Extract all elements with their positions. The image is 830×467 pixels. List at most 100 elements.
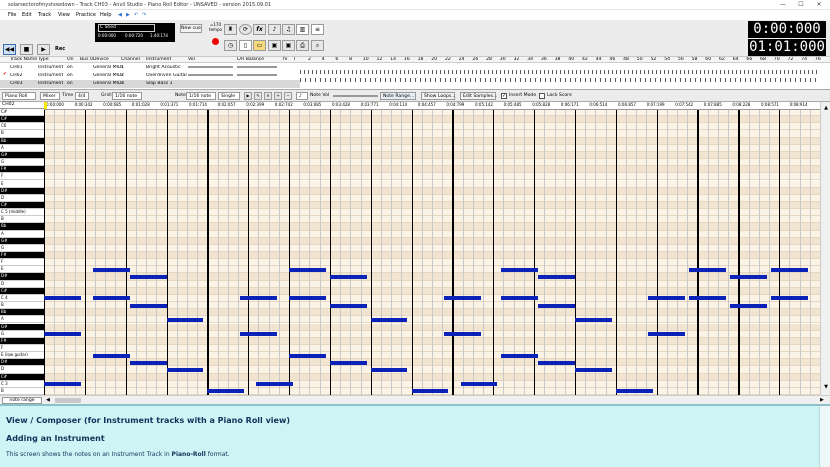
- keyboard-icon[interactable]: ▥: [296, 24, 309, 35]
- note-vol-slider[interactable]: [333, 95, 378, 97]
- piano-key[interactable]: B: [0, 130, 44, 138]
- note[interactable]: [289, 353, 326, 358]
- lock-score-checkbox[interactable]: [539, 93, 545, 99]
- fx-icon[interactable]: fx: [253, 24, 266, 35]
- track-on[interactable]: on: [67, 81, 73, 86]
- piano-key[interactable]: F: [0, 173, 44, 181]
- zoom-out-icon[interactable]: −: [284, 92, 292, 100]
- track-name[interactable]: CH01: [10, 65, 23, 70]
- cue-name[interactable]: C Shed: [98, 24, 155, 32]
- piano-key[interactable]: B: [0, 302, 44, 310]
- note[interactable]: [538, 275, 575, 280]
- note[interactable]: [730, 303, 767, 308]
- piano-key[interactable]: F#: [0, 166, 44, 174]
- time-ruler[interactable]: 0:00:000 0:00:342 0:00:685 0:01:028 0:01:371…: [44, 102, 820, 110]
- piano-key[interactable]: C 3: [0, 380, 44, 388]
- zoom-in-icon[interactable]: +: [274, 92, 282, 100]
- piano-key[interactable]: G: [0, 330, 44, 338]
- menu-practice[interactable]: Practice: [76, 12, 96, 18]
- scroll-down-icon[interactable]: ▼: [822, 384, 830, 392]
- menu-edit[interactable]: Edit: [22, 12, 32, 18]
- note[interactable]: [44, 332, 81, 337]
- note[interactable]: [615, 389, 653, 394]
- clock-icon[interactable]: ◷: [224, 40, 237, 51]
- note[interactable]: [44, 296, 81, 301]
- piano-key[interactable]: D: [0, 280, 44, 288]
- check-icon[interactable]: ✔: [3, 72, 7, 77]
- piano-key[interactable]: D: [0, 194, 44, 202]
- play-button[interactable]: ▶: [37, 44, 50, 55]
- note[interactable]: [574, 317, 612, 322]
- note[interactable]: [370, 367, 408, 372]
- piano-key[interactable]: E: [0, 180, 44, 188]
- note[interactable]: [129, 275, 167, 280]
- erase-tool-icon[interactable]: ✕: [264, 92, 272, 100]
- note-vol-icon[interactable]: ♪: [296, 92, 308, 100]
- piano-key[interactable]: A: [0, 230, 44, 238]
- volume-slider[interactable]: [188, 74, 233, 76]
- undo-icon[interactable]: ↶: [134, 12, 138, 18]
- note[interactable]: [129, 360, 167, 365]
- scroll-thumb[interactable]: [55, 398, 81, 403]
- note[interactable]: [207, 389, 245, 394]
- note[interactable]: [329, 303, 367, 308]
- staff-icon[interactable]: ≡: [311, 24, 324, 35]
- view-select[interactable]: Piano Roll: [2, 92, 36, 100]
- piano-key[interactable]: F: [0, 259, 44, 267]
- note[interactable]: [44, 382, 81, 387]
- menu-file[interactable]: File: [8, 12, 16, 18]
- close-button[interactable]: ✕: [810, 0, 828, 10]
- back-arrow-icon[interactable]: ◀: [118, 12, 122, 18]
- note[interactable]: [501, 267, 539, 272]
- zoom-icon[interactable]: ⌕: [311, 40, 324, 51]
- track-on[interactable]: on: [67, 73, 73, 78]
- piano-key[interactable]: G#: [0, 323, 44, 331]
- note[interactable]: [538, 360, 575, 365]
- piano-key[interactable]: G#: [0, 237, 44, 245]
- piano-key[interactable]: D#: [0, 273, 44, 281]
- note[interactable]: [93, 296, 130, 301]
- track-row-selected[interactable]: CH03 Instrument on General MIDI 3 Slap B…: [0, 80, 300, 88]
- track-device[interactable]: General MIDI: [93, 81, 123, 86]
- vertical-scrollbar[interactable]: ▲ ▼: [820, 102, 830, 395]
- piano-key[interactable]: F#: [0, 337, 44, 345]
- track-instrument[interactable]: Slap Bass 1: [146, 81, 173, 86]
- note[interactable]: [240, 296, 277, 301]
- playhead-marker[interactable]: [44, 102, 47, 109]
- note[interactable]: [460, 382, 498, 387]
- time-signature-select[interactable]: 4/4: [75, 92, 89, 100]
- track-channel[interactable]: 2: [121, 73, 124, 78]
- draw-tool-icon[interactable]: ✎: [254, 92, 262, 100]
- note-grid[interactable]: [44, 102, 820, 395]
- stop-button[interactable]: ■: [20, 44, 33, 55]
- volume-slider[interactable]: [188, 66, 233, 68]
- note[interactable]: [370, 317, 408, 322]
- piano-key[interactable]: Bb: [0, 137, 44, 145]
- redo-icon[interactable]: ↷: [142, 12, 146, 18]
- scroll-right-icon[interactable]: ▶: [820, 397, 827, 404]
- note[interactable]: [93, 267, 130, 272]
- piano-key[interactable]: C 5 (middle): [0, 209, 44, 217]
- note[interactable]: [329, 360, 367, 365]
- piano-key[interactable]: E: [0, 266, 44, 274]
- note[interactable]: [648, 332, 686, 337]
- save-as-icon[interactable]: ▣: [282, 40, 295, 51]
- track-instrument[interactable]: Bright Acoustic: [146, 65, 181, 70]
- menu-help[interactable]: Help: [100, 12, 111, 18]
- piano-key[interactable]: B: [0, 216, 44, 224]
- note[interactable]: [240, 332, 277, 337]
- note[interactable]: [289, 267, 326, 272]
- note[interactable]: [329, 275, 367, 280]
- note[interactable]: [129, 303, 167, 308]
- track-name[interactable]: CH03: [10, 81, 23, 86]
- piano-keyboard[interactable]: C# C# C6 B Bb A G# G F# F E D# D C# C 5 (middle) B Bb A G#…: [0, 109, 44, 395]
- piano-key[interactable]: Bb: [0, 309, 44, 317]
- piano-key[interactable]: A: [0, 144, 44, 152]
- note[interactable]: [166, 317, 204, 322]
- note[interactable]: [444, 332, 481, 337]
- note-mode-select[interactable]: Single: [218, 92, 240, 100]
- note-length-select[interactable]: 1/16 note: [186, 92, 216, 100]
- piano-key[interactable]: C#: [0, 373, 44, 381]
- note[interactable]: [770, 296, 808, 301]
- note[interactable]: [730, 275, 767, 280]
